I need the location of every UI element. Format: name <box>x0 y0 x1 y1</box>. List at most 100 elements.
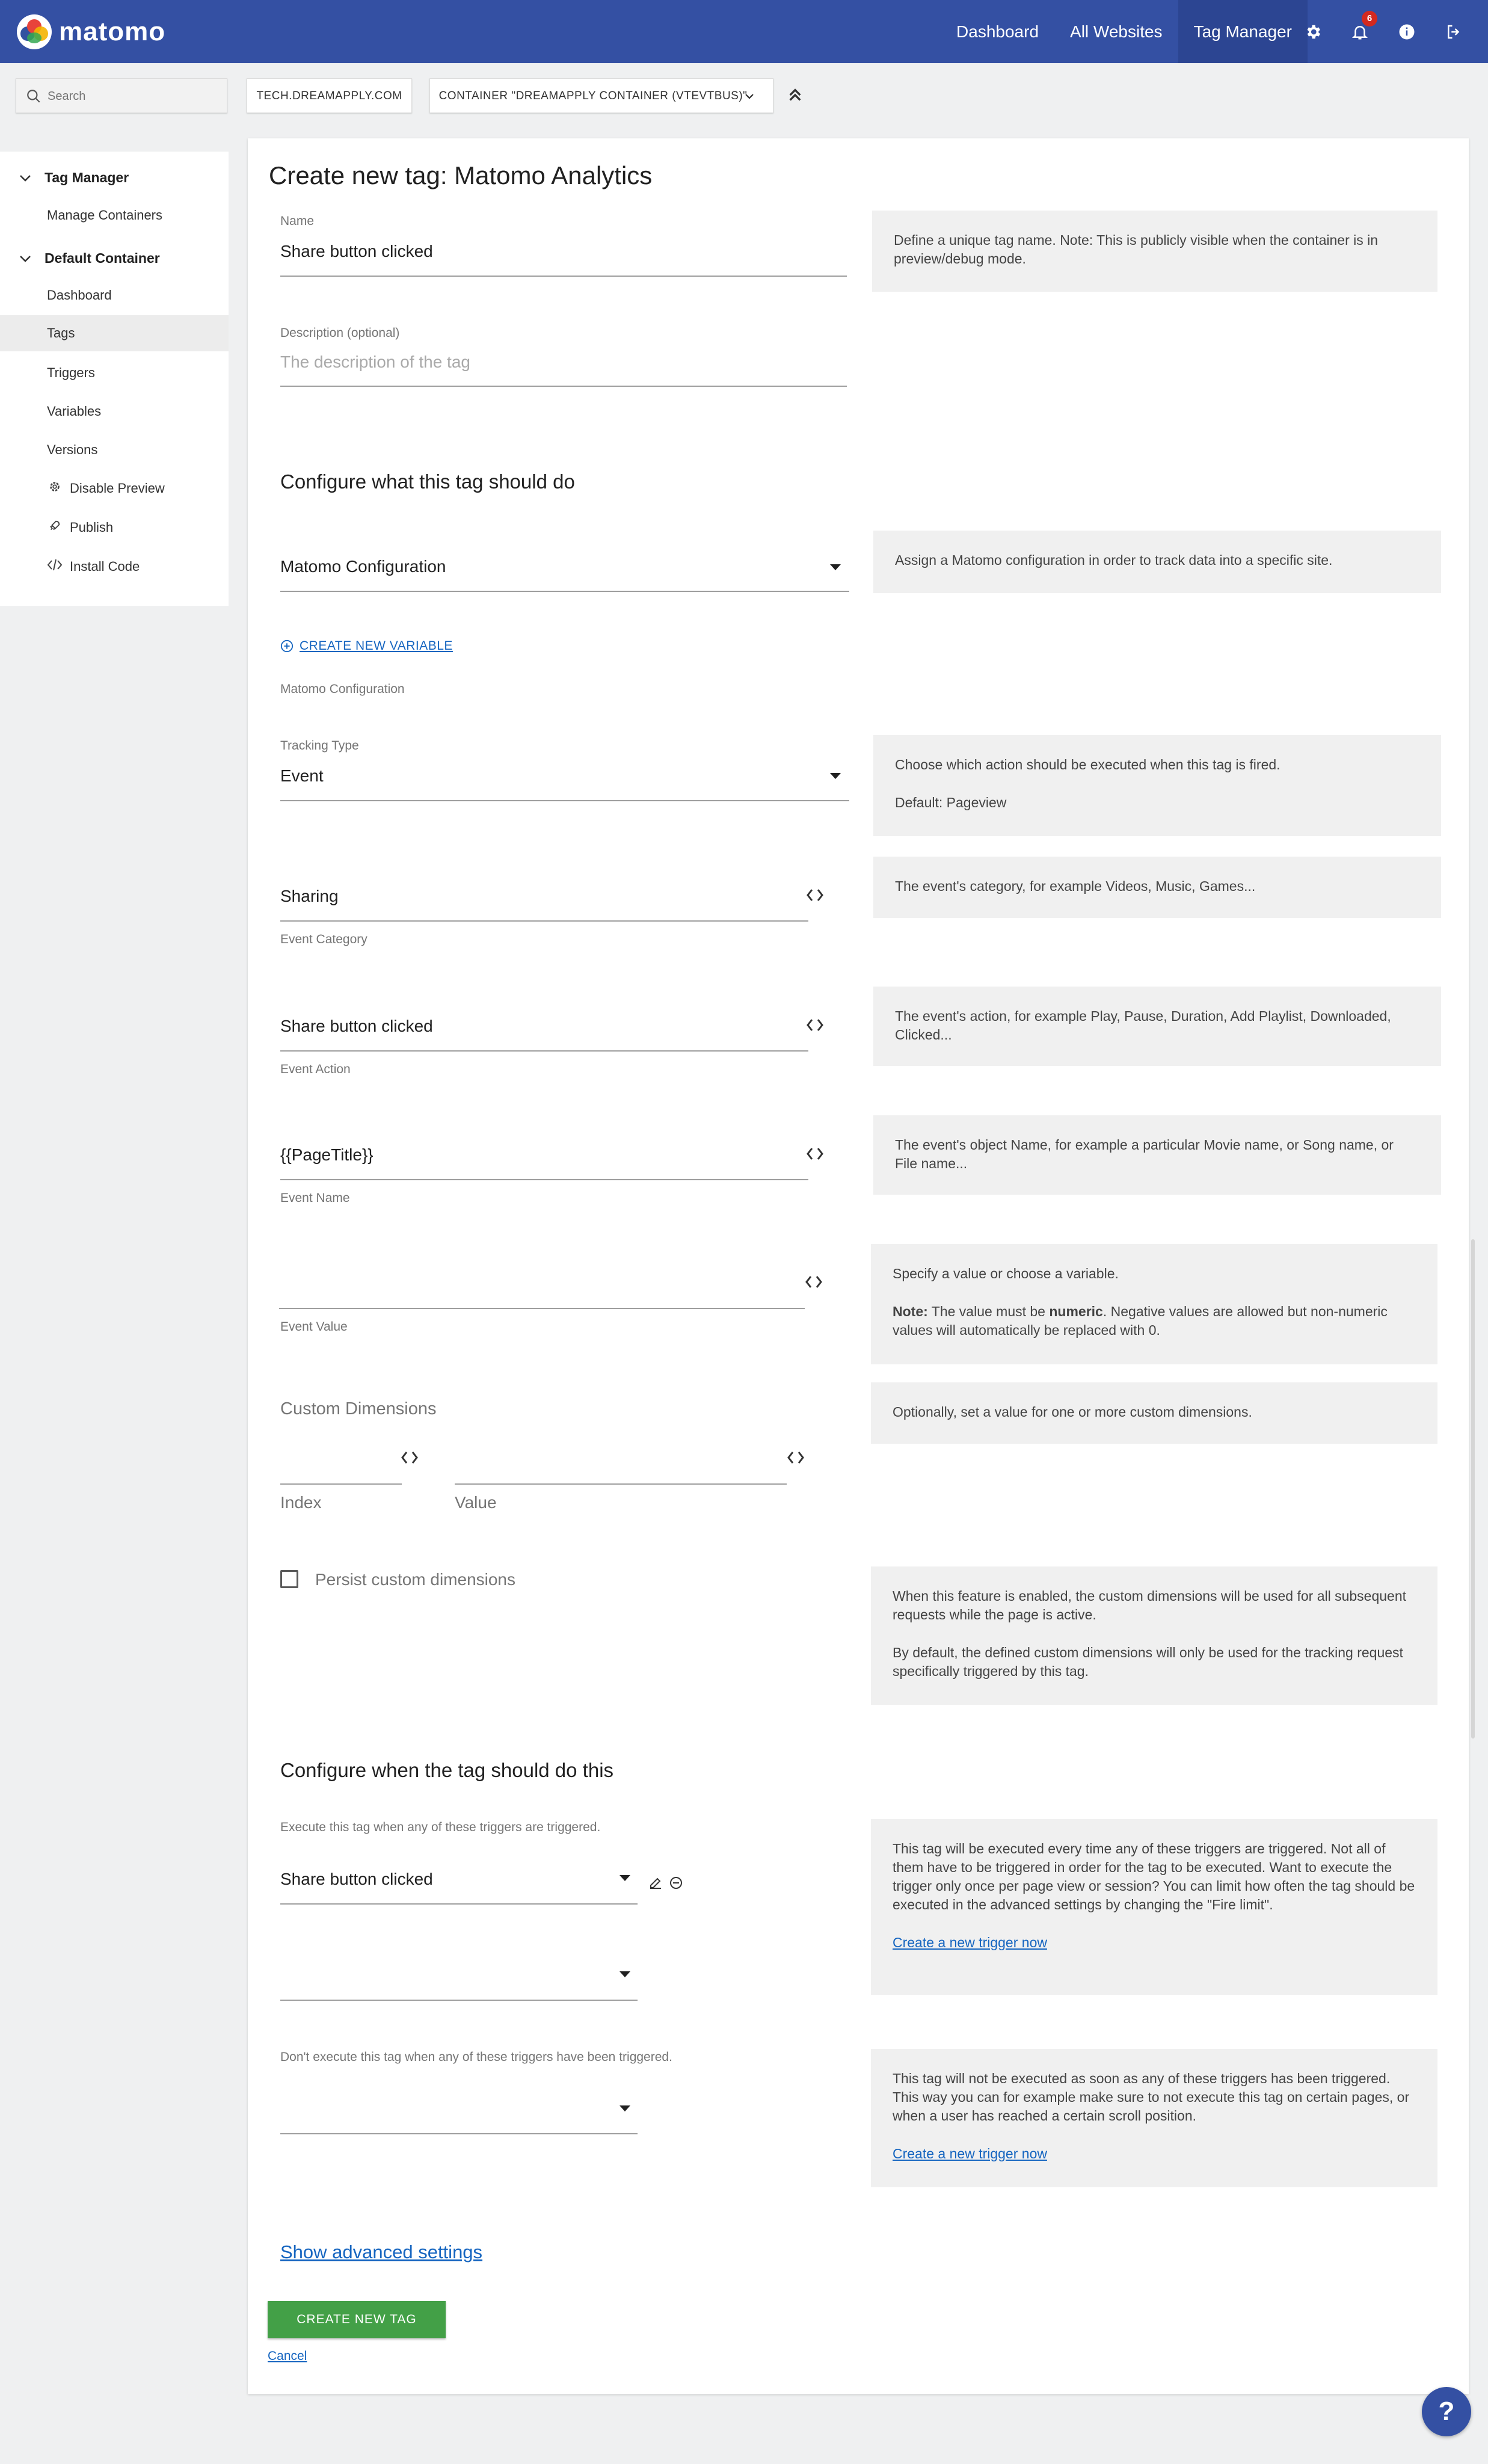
matomo-logo[interactable]: matomo <box>17 14 165 49</box>
sidebar-item-versions[interactable]: Versions <box>0 432 229 468</box>
matomo-configuration-label: Matomo Configuration <box>280 682 405 696</box>
brand-name: matomo <box>59 17 166 46</box>
cancel-link[interactable]: Cancel <box>268 2349 307 2364</box>
event-action-input[interactable]: Share button clicked <box>280 1017 433 1036</box>
sidebar-section-default-container[interactable]: Default Container <box>18 250 160 266</box>
search-input[interactable] <box>48 87 216 105</box>
container-selector[interactable]: CONTAINER "DREAMAPPLY CONTAINER (VTEVTBU… <box>429 78 773 113</box>
sidebar-section-tag-manager[interactable]: Tag Manager <box>18 170 129 186</box>
info-icon[interactable] <box>1383 0 1430 63</box>
fire-trigger-select-empty[interactable] <box>280 1962 617 1986</box>
configure-when-heading: Configure when the tag should do this <box>280 1759 614 1781</box>
sidebar-item-tags[interactable]: Tags <box>0 315 229 351</box>
dropdown-caret-icon[interactable] <box>830 773 841 779</box>
page-title: Create new tag: Matomo Analytics <box>269 161 653 189</box>
description-input-underline <box>280 386 847 387</box>
fire-triggers-help: This tag will be executed every time any… <box>871 1819 1437 1995</box>
variable-picker-icon[interactable] <box>806 1017 824 1033</box>
collapse-toolbar-icon[interactable] <box>783 83 807 107</box>
site-selector[interactable]: TECH.DREAMAPPLY.COM <box>247 78 412 113</box>
custom-dimensions-help: Optionally, set a value for one or more … <box>871 1382 1437 1444</box>
event-category-input[interactable]: Sharing <box>280 887 339 906</box>
event-category-underline <box>280 920 808 922</box>
name-input[interactable]: Share button clicked <box>280 242 433 261</box>
tracking-type-underline <box>280 800 849 801</box>
add-circle-icon <box>280 639 294 653</box>
sidebar-item-dashboard[interactable]: Dashboard <box>0 277 229 313</box>
sidebar-item-disable-preview[interactable]: Disable Preview <box>0 470 229 507</box>
notifications-bell-icon[interactable]: 6 <box>1336 0 1383 63</box>
description-input[interactable]: The description of the tag <box>280 353 470 372</box>
tracking-type-select[interactable]: Event <box>280 766 324 786</box>
event-name-input[interactable]: {{PageTitle}} <box>280 1145 374 1165</box>
code-icon <box>47 549 63 585</box>
chevron-down-icon <box>20 174 31 182</box>
event-name-label: Event Name <box>280 1191 350 1205</box>
block-trigger-select[interactable] <box>280 2097 617 2121</box>
dropdown-caret-icon[interactable] <box>619 1971 630 1977</box>
event-value-help: Specify a value or choose a variable. No… <box>871 1244 1437 1364</box>
tracking-type-help: Choose which action should be executed w… <box>873 735 1441 836</box>
event-category-help: The event's category, for example Videos… <box>873 857 1441 918</box>
scrollbar[interactable] <box>1471 1239 1475 1739</box>
matomo-configuration-select[interactable]: Matomo Configuration <box>280 557 446 576</box>
create-trigger-link[interactable]: Create a new trigger now <box>893 2146 1047 2161</box>
edit-icon[interactable] <box>648 1876 663 1890</box>
variable-picker-icon[interactable] <box>805 1274 823 1290</box>
sidebar-item-variables[interactable]: Variables <box>0 393 229 430</box>
site-search[interactable] <box>16 78 227 113</box>
fire-triggers-label: Execute this tag when any of these trigg… <box>280 1820 601 1834</box>
logout-icon[interactable] <box>1430 0 1477 63</box>
custom-dimension-index-input[interactable] <box>280 1452 401 1483</box>
variable-picker-icon[interactable] <box>401 1450 419 1465</box>
description-label: Description (optional) <box>280 326 400 340</box>
event-action-help: The event's action, for example Play, Pa… <box>873 987 1441 1066</box>
event-value-input[interactable] <box>280 1274 804 1295</box>
persist-custom-dimensions-checkbox[interactable] <box>280 1570 298 1588</box>
create-trigger-link[interactable]: Create a new trigger now <box>893 1935 1047 1950</box>
notification-badge: 6 <box>1362 11 1377 26</box>
block-triggers-label: Don't execute this tag when any of these… <box>280 2050 672 2064</box>
dropdown-caret-icon[interactable] <box>619 1875 630 1881</box>
variable-picker-icon[interactable] <box>787 1450 805 1465</box>
remove-circle-icon[interactable] <box>669 1876 683 1890</box>
sidebar-item-triggers[interactable]: Triggers <box>0 355 229 391</box>
create-variable-link[interactable]: CREATE NEW VARIABLE <box>280 639 453 653</box>
settings-gear-icon[interactable] <box>1290 0 1336 63</box>
event-value-underline <box>279 1308 805 1309</box>
variable-picker-icon[interactable] <box>806 1146 824 1162</box>
tracking-type-label: Tracking Type <box>280 739 359 753</box>
chevron-down-icon <box>745 94 754 99</box>
search-icon <box>27 90 40 103</box>
block-trigger-underline <box>280 2133 638 2134</box>
event-action-underline <box>280 1050 808 1052</box>
custom-dimension-value-input[interactable] <box>455 1452 786 1483</box>
show-advanced-settings-link[interactable]: Show advanced settings <box>280 2241 482 2263</box>
dropdown-caret-icon[interactable] <box>619 2105 630 2111</box>
event-value-label: Event Value <box>280 1320 348 1334</box>
dropdown-caret-icon[interactable] <box>830 564 841 570</box>
value-label: Value <box>455 1493 497 1512</box>
name-label: Name <box>280 214 315 228</box>
custom-dimensions-label: Custom Dimensions <box>280 1399 437 1418</box>
matomo-configuration-underline <box>280 591 849 592</box>
sidebar-item-manage-containers[interactable]: Manage Containers <box>0 197 229 233</box>
nav-dashboard[interactable]: Dashboard <box>941 0 1054 63</box>
event-name-underline <box>280 1179 808 1180</box>
fire-trigger-select[interactable]: Share button clicked <box>280 1870 433 1889</box>
nav-all-websites[interactable]: All Websites <box>1054 0 1178 63</box>
fire-trigger-empty-underline <box>280 2000 638 2001</box>
help-button[interactable]: ? <box>1422 2387 1471 2436</box>
rocket-icon <box>47 510 63 546</box>
create-new-tag-button[interactable]: CREATE NEW TAG <box>268 2301 446 2338</box>
fire-trigger-underline <box>280 1903 638 1905</box>
persist-custom-dimensions-label[interactable]: Persist custom dimensions <box>315 1570 515 1589</box>
sidebar-item-install-code[interactable]: Install Code <box>0 549 229 585</box>
sidebar-item-publish[interactable]: Publish <box>0 510 229 546</box>
matomo-configuration-help: Assign a Matomo configuration in order t… <box>873 531 1441 593</box>
name-help: Define a unique tag name. Note: This is … <box>872 211 1437 292</box>
container-selector-label: CONTAINER "DREAMAPPLY CONTAINER (VTEVTBU… <box>438 90 748 102</box>
custom-dimension-value-underline <box>455 1483 787 1485</box>
variable-picker-icon[interactable] <box>806 887 824 903</box>
nav-tag-manager[interactable]: Tag Manager <box>1178 0 1308 63</box>
